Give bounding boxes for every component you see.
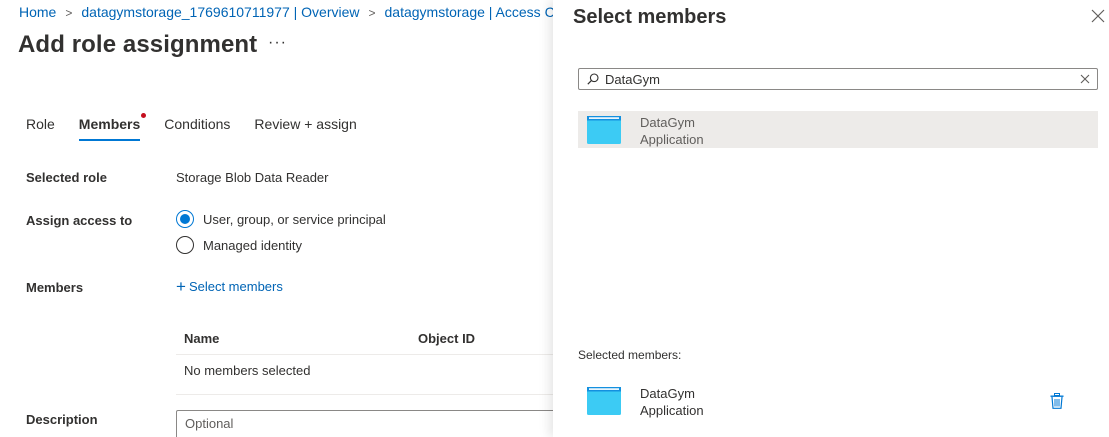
description-label: Description [26, 412, 98, 427]
select-members-link-label: Select members [188, 279, 283, 294]
breadcrumb-access-control[interactable]: datagymstorage | Access Con [385, 4, 553, 20]
column-header-name: Name [184, 331, 220, 346]
selected-members-label: Selected members: [578, 348, 682, 362]
app-registration-icon [587, 387, 621, 415]
more-icon[interactable]: ··· [268, 34, 287, 52]
required-indicator [141, 113, 147, 118]
close-icon[interactable] [1091, 9, 1105, 23]
plus-icon: + [176, 276, 186, 296]
radio-user-group-sp-label: User, group, or service principal [203, 211, 386, 227]
tab-members-label: Members [78, 116, 141, 132]
breadcrumb-storage-overview[interactable]: datagymstorage_1769610711977 | Overview [81, 4, 359, 20]
members-label: Members [26, 280, 84, 295]
selected-role-value: Storage Blob Data Reader [176, 170, 329, 185]
app-registration-icon [587, 116, 621, 144]
search-box[interactable] [578, 68, 1098, 90]
radio-managed-identity-label: Managed identity [203, 237, 303, 253]
selected-member-name: DataGym [640, 386, 695, 401]
selected-role-label: Selected role [26, 170, 107, 185]
radio-user-group-sp[interactable]: User, group, or service principal [176, 210, 386, 228]
tab-role-label: Role [26, 116, 55, 132]
radio-managed-identity[interactable]: Managed identity [176, 236, 302, 254]
search-result-item[interactable]: DataGym Application [578, 111, 1098, 148]
column-header-object-id: Object ID [418, 331, 476, 346]
radio-button-checked[interactable] [176, 210, 194, 228]
role-assignment-page: Home > datagymstorage_1769610711977 | Over… [0, 0, 553, 437]
selected-member-type: Application [640, 403, 704, 418]
result-name: DataGym [640, 115, 695, 130]
tab-conditions-label: Conditions [164, 116, 231, 132]
trash-icon[interactable] [1050, 393, 1064, 409]
clear-icon[interactable] [1080, 74, 1090, 84]
table-divider [176, 394, 553, 395]
breadcrumb: Home > datagymstorage_1769610711977 | Over… [19, 4, 553, 20]
panel-title: Select members [573, 6, 727, 28]
select-members-panel: Select members DataGym Application Selec… [553, 0, 1109, 437]
tab-strip: Role Members Conditions Review + assign [26, 113, 381, 141]
chevron-right-icon: > [65, 6, 73, 20]
chevron-right-icon: > [368, 6, 376, 20]
page-title: Add role assignment [18, 31, 258, 58]
tab-members[interactable]: Members [78, 113, 147, 141]
tab-conditions[interactable]: Conditions [164, 116, 230, 141]
table-empty-message: No members selected [184, 363, 311, 378]
selected-member-item: DataGym Application [578, 382, 1098, 422]
search-input[interactable] [605, 70, 1080, 88]
search-icon [587, 73, 599, 85]
assign-access-label: Assign access to [26, 213, 133, 228]
description-input[interactable]: Optional [176, 410, 553, 437]
select-members-link[interactable]: + Select members [176, 276, 283, 296]
breadcrumb-home[interactable]: Home [19, 4, 56, 20]
tab-review-assign[interactable]: Review + assign [254, 116, 356, 141]
result-type: Application [640, 132, 704, 147]
table-divider [176, 354, 553, 355]
radio-button[interactable] [176, 236, 194, 254]
tab-role[interactable]: Role [26, 116, 55, 141]
tab-review-assign-label: Review + assign [254, 116, 357, 132]
